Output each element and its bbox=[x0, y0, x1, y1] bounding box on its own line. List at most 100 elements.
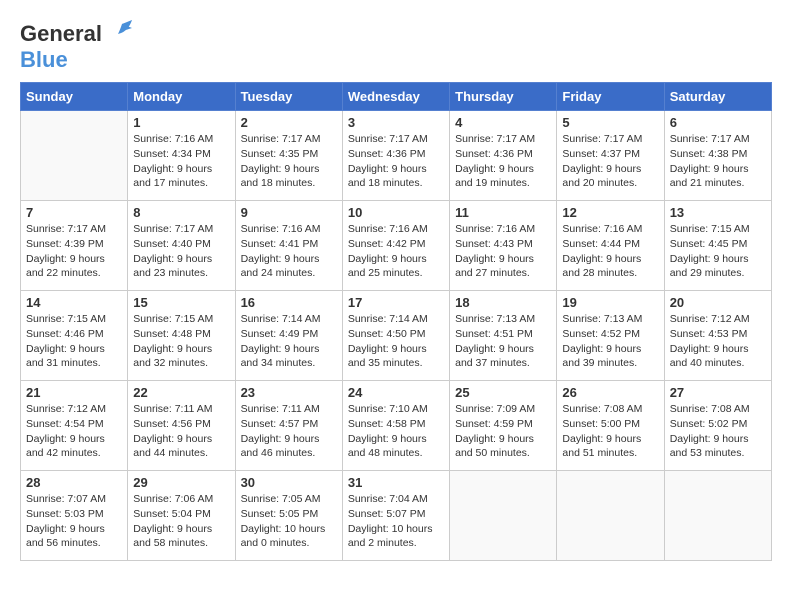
calendar-header-row: SundayMondayTuesdayWednesdayThursdayFrid… bbox=[21, 83, 772, 111]
calendar-cell: 8 Sunrise: 7:17 AM Sunset: 4:40 PM Daylig… bbox=[128, 201, 235, 291]
day-info: Sunrise: 7:13 AM Sunset: 4:52 PM Dayligh… bbox=[562, 312, 658, 371]
day-number: 26 bbox=[562, 385, 658, 400]
calendar-cell: 5 Sunrise: 7:17 AM Sunset: 4:37 PM Daylig… bbox=[557, 111, 664, 201]
calendar-week-row: 7 Sunrise: 7:17 AM Sunset: 4:39 PM Daylig… bbox=[21, 201, 772, 291]
day-number: 13 bbox=[670, 205, 766, 220]
calendar-cell: 25 Sunrise: 7:09 AM Sunset: 4:59 PM Dayli… bbox=[450, 381, 557, 471]
calendar-cell: 18Sunrise: 7:13 AM Sunset: 4:51 PM Dayli… bbox=[450, 291, 557, 381]
day-of-week-header: Wednesday bbox=[342, 83, 449, 111]
day-info: Sunrise: 7:17 AM Sunset: 4:36 PM Dayligh… bbox=[348, 132, 444, 191]
day-info: Sunrise: 7:05 AM Sunset: 5:05 PM Dayligh… bbox=[241, 492, 337, 551]
calendar-cell: 14 Sunrise: 7:15 AM Sunset: 4:46 PM Dayli… bbox=[21, 291, 128, 381]
day-info: Sunrise: 7:15 AM Sunset: 4:46 PM Dayligh… bbox=[26, 312, 122, 371]
day-info: Sunrise: 7:14 AM Sunset: 4:49 PM Dayligh… bbox=[241, 312, 337, 371]
day-info: Sunrise: 7:16 AM Sunset: 4:43 PM Dayligh… bbox=[455, 222, 551, 281]
day-info: Sunrise: 7:16 AM Sunset: 4:44 PM Dayligh… bbox=[562, 222, 658, 281]
day-info: Sunrise: 7:06 AM Sunset: 5:04 PM Dayligh… bbox=[133, 492, 229, 551]
calendar-cell: 15Sunrise: 7:15 AM Sunset: 4:48 PM Dayli… bbox=[128, 291, 235, 381]
calendar-cell: 16 Sunrise: 7:14 AM Sunset: 4:49 PM Dayli… bbox=[235, 291, 342, 381]
logo: GeneralBlue bbox=[20, 20, 134, 72]
calendar-cell: 28 Sunrise: 7:07 AM Sunset: 5:03 PM Dayli… bbox=[21, 471, 128, 561]
day-number: 8 bbox=[133, 205, 229, 220]
day-number: 17 bbox=[348, 295, 444, 310]
calendar-week-row: 28 Sunrise: 7:07 AM Sunset: 5:03 PM Dayli… bbox=[21, 471, 772, 561]
calendar-cell: 24 Sunrise: 7:10 AM Sunset: 4:58 PM Dayli… bbox=[342, 381, 449, 471]
calendar-cell: 12 Sunrise: 7:16 AM Sunset: 4:44 PM Dayli… bbox=[557, 201, 664, 291]
day-number: 23 bbox=[241, 385, 337, 400]
day-info: Sunrise: 7:17 AM Sunset: 4:37 PM Dayligh… bbox=[562, 132, 658, 191]
calendar-cell: 11 Sunrise: 7:16 AM Sunset: 4:43 PM Dayli… bbox=[450, 201, 557, 291]
day-info: Sunrise: 7:11 AM Sunset: 4:56 PM Dayligh… bbox=[133, 402, 229, 461]
day-info: Sunrise: 7:08 AM Sunset: 5:00 PM Dayligh… bbox=[562, 402, 658, 461]
day-info: Sunrise: 7:17 AM Sunset: 4:40 PM Dayligh… bbox=[133, 222, 229, 281]
day-number: 27 bbox=[670, 385, 766, 400]
day-info: Sunrise: 7:16 AM Sunset: 4:42 PM Dayligh… bbox=[348, 222, 444, 281]
calendar-cell: 13Sunrise: 7:15 AM Sunset: 4:45 PM Dayli… bbox=[664, 201, 771, 291]
day-info: Sunrise: 7:17 AM Sunset: 4:39 PM Dayligh… bbox=[26, 222, 122, 281]
day-number: 30 bbox=[241, 475, 337, 490]
calendar-cell: 6 Sunrise: 7:17 AM Sunset: 4:38 PM Daylig… bbox=[664, 111, 771, 201]
day-number: 6 bbox=[670, 115, 766, 130]
day-number: 2 bbox=[241, 115, 337, 130]
day-number: 10 bbox=[348, 205, 444, 220]
day-of-week-header: Tuesday bbox=[235, 83, 342, 111]
day-number: 11 bbox=[455, 205, 551, 220]
calendar-cell: 2 Sunrise: 7:17 AM Sunset: 4:35 PM Daylig… bbox=[235, 111, 342, 201]
calendar-cell bbox=[557, 471, 664, 561]
day-info: Sunrise: 7:08 AM Sunset: 5:02 PM Dayligh… bbox=[670, 402, 766, 461]
calendar-week-row: 21Sunrise: 7:12 AM Sunset: 4:54 PM Dayli… bbox=[21, 381, 772, 471]
day-info: Sunrise: 7:10 AM Sunset: 4:58 PM Dayligh… bbox=[348, 402, 444, 461]
day-number: 4 bbox=[455, 115, 551, 130]
calendar-cell: 20Sunrise: 7:12 AM Sunset: 4:53 PM Dayli… bbox=[664, 291, 771, 381]
calendar-cell bbox=[21, 111, 128, 201]
day-number: 28 bbox=[26, 475, 122, 490]
calendar-cell: 30 Sunrise: 7:05 AM Sunset: 5:05 PM Dayli… bbox=[235, 471, 342, 561]
day-info: Sunrise: 7:12 AM Sunset: 4:53 PM Dayligh… bbox=[670, 312, 766, 371]
day-number: 7 bbox=[26, 205, 122, 220]
day-number: 25 bbox=[455, 385, 551, 400]
day-number: 16 bbox=[241, 295, 337, 310]
calendar-cell: 22 Sunrise: 7:11 AM Sunset: 4:56 PM Dayli… bbox=[128, 381, 235, 471]
day-info: Sunrise: 7:16 AM Sunset: 4:34 PM Dayligh… bbox=[133, 132, 229, 191]
day-number: 12 bbox=[562, 205, 658, 220]
calendar-week-row: 14 Sunrise: 7:15 AM Sunset: 4:46 PM Dayli… bbox=[21, 291, 772, 381]
day-number: 14 bbox=[26, 295, 122, 310]
calendar-cell: 17Sunrise: 7:14 AM Sunset: 4:50 PM Dayli… bbox=[342, 291, 449, 381]
day-info: Sunrise: 7:12 AM Sunset: 4:54 PM Dayligh… bbox=[26, 402, 122, 461]
calendar-cell bbox=[450, 471, 557, 561]
day-info: Sunrise: 7:17 AM Sunset: 4:38 PM Dayligh… bbox=[670, 132, 766, 191]
calendar-week-row: 1 Sunrise: 7:16 AM Sunset: 4:34 PM Daylig… bbox=[21, 111, 772, 201]
calendar-cell: 23Sunrise: 7:11 AM Sunset: 4:57 PM Dayli… bbox=[235, 381, 342, 471]
calendar-cell: 27 Sunrise: 7:08 AM Sunset: 5:02 PM Dayli… bbox=[664, 381, 771, 471]
day-number: 29 bbox=[133, 475, 229, 490]
calendar-cell: 31Sunrise: 7:04 AM Sunset: 5:07 PM Dayli… bbox=[342, 471, 449, 561]
day-info: Sunrise: 7:04 AM Sunset: 5:07 PM Dayligh… bbox=[348, 492, 444, 551]
day-number: 1 bbox=[133, 115, 229, 130]
day-info: Sunrise: 7:17 AM Sunset: 4:35 PM Dayligh… bbox=[241, 132, 337, 191]
calendar-cell: 29 Sunrise: 7:06 AM Sunset: 5:04 PM Dayli… bbox=[128, 471, 235, 561]
day-of-week-header: Sunday bbox=[21, 83, 128, 111]
calendar-table: SundayMondayTuesdayWednesdayThursdayFrid… bbox=[20, 82, 772, 561]
logo-blue: Blue bbox=[20, 47, 68, 72]
calendar-cell: 26 Sunrise: 7:08 AM Sunset: 5:00 PM Dayli… bbox=[557, 381, 664, 471]
day-info: Sunrise: 7:17 AM Sunset: 4:36 PM Dayligh… bbox=[455, 132, 551, 191]
calendar-cell: 4 Sunrise: 7:17 AM Sunset: 4:36 PM Daylig… bbox=[450, 111, 557, 201]
calendar-cell: 7 Sunrise: 7:17 AM Sunset: 4:39 PM Daylig… bbox=[21, 201, 128, 291]
day-info: Sunrise: 7:07 AM Sunset: 5:03 PM Dayligh… bbox=[26, 492, 122, 551]
calendar-cell: 19Sunrise: 7:13 AM Sunset: 4:52 PM Dayli… bbox=[557, 291, 664, 381]
calendar-cell: 10 Sunrise: 7:16 AM Sunset: 4:42 PM Dayli… bbox=[342, 201, 449, 291]
calendar-cell: 21Sunrise: 7:12 AM Sunset: 4:54 PM Dayli… bbox=[21, 381, 128, 471]
day-info: Sunrise: 7:09 AM Sunset: 4:59 PM Dayligh… bbox=[455, 402, 551, 461]
day-number: 5 bbox=[562, 115, 658, 130]
day-number: 24 bbox=[348, 385, 444, 400]
day-info: Sunrise: 7:15 AM Sunset: 4:48 PM Dayligh… bbox=[133, 312, 229, 371]
logo-text-block: GeneralBlue bbox=[20, 20, 134, 72]
day-info: Sunrise: 7:16 AM Sunset: 4:41 PM Dayligh… bbox=[241, 222, 337, 281]
day-number: 22 bbox=[133, 385, 229, 400]
page-header: GeneralBlue bbox=[20, 20, 772, 72]
day-number: 18 bbox=[455, 295, 551, 310]
day-of-week-header: Friday bbox=[557, 83, 664, 111]
calendar-cell bbox=[664, 471, 771, 561]
day-number: 9 bbox=[241, 205, 337, 220]
day-of-week-header: Thursday bbox=[450, 83, 557, 111]
